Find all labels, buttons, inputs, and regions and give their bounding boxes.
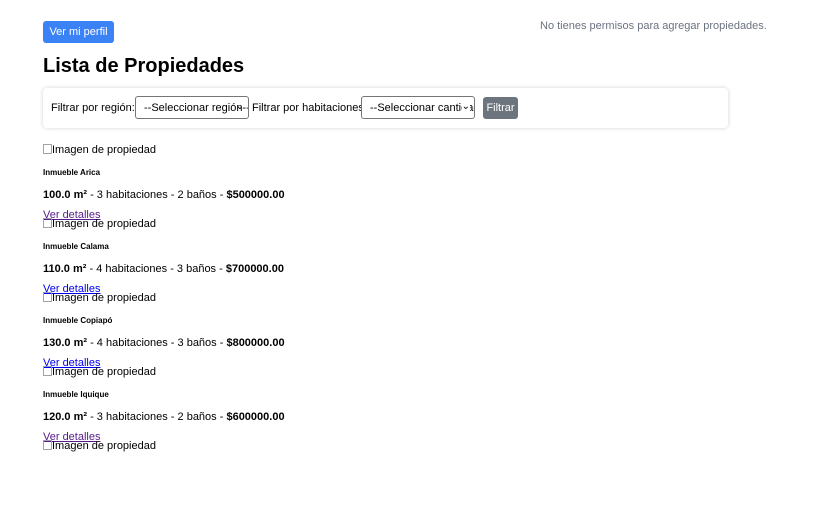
property-area: 130.0 m²	[43, 337, 88, 349]
property-area: 110.0 m²	[43, 263, 87, 275]
property-price: $500000.00	[226, 189, 285, 201]
view-profile-button[interactable]: Ver mi perfil	[43, 21, 114, 43]
property-name: Inmueble Iquique	[43, 390, 109, 399]
property-price: $800000.00	[226, 337, 285, 349]
rooms-select[interactable]: --Seleccionar cantidad-- ⌄	[361, 96, 475, 119]
property-area: 100.0 m²	[43, 189, 88, 201]
filter-form: Filtrar por región: --Seleccionar región…	[43, 88, 728, 128]
property-image: Imagen de propiedad	[43, 292, 156, 304]
chevron-down-icon: ⌄	[461, 101, 470, 112]
broken-image-icon	[43, 144, 52, 154]
broken-image-icon	[43, 292, 52, 302]
property-image: Imagen de propiedad	[43, 366, 156, 378]
property-item: Imagen de propiedad Inmueble Copiapó 130…	[43, 292, 743, 369]
property-meta: 120.0 m² - 3 habitaciones - 2 baños - $6…	[43, 411, 285, 423]
permission-message: No tienes permisos para agregar propieda…	[540, 20, 767, 32]
chevron-down-icon: ⌄	[235, 101, 244, 112]
broken-image-icon	[43, 218, 52, 228]
property-rooms-baths: - 3 habitaciones - 2 baños -	[87, 189, 227, 201]
property-meta: 130.0 m² - 4 habitaciones - 3 baños - $8…	[43, 337, 285, 349]
rooms-select-value: --Seleccionar cantidad--	[370, 101, 474, 114]
property-rooms-baths: - 4 habitaciones - 3 baños -	[87, 337, 227, 349]
rooms-filter-label: Filtrar por habitaciones:	[252, 102, 367, 114]
property-item: Imagen de propiedad Inmueble Iquique 120…	[43, 366, 743, 443]
property-meta: 100.0 m² - 3 habitaciones - 2 baños - $5…	[43, 189, 285, 201]
property-rooms-baths: - 4 habitaciones - 3 baños -	[86, 263, 226, 275]
property-list: Imagen de propiedad Inmueble Arica 100.0…	[43, 144, 743, 514]
property-image: Imagen de propiedad	[43, 144, 156, 156]
broken-image-icon	[43, 366, 52, 376]
filter-button[interactable]: Filtrar	[483, 97, 518, 119]
property-item: Imagen de propiedad Inmueble Arica 100.0…	[43, 144, 743, 221]
property-name: Inmueble Arica	[43, 168, 101, 177]
property-area: 120.0 m²	[43, 411, 88, 423]
region-filter-label: Filtrar por región:	[51, 102, 135, 114]
property-image: Imagen de propiedad	[43, 440, 156, 452]
property-image: Imagen de propiedad	[43, 218, 156, 230]
property-rooms-baths: - 3 habitaciones - 2 baños -	[87, 411, 227, 423]
broken-image-icon	[43, 440, 52, 450]
property-price: $600000.00	[226, 411, 285, 423]
page-title: Lista de Propiedades	[43, 55, 245, 77]
property-item: Imagen de propiedad Inmueble Calama 110.…	[43, 218, 743, 295]
property-price: $700000.00	[225, 263, 284, 275]
region-select[interactable]: --Seleccionar región-- ⌄	[135, 96, 249, 119]
property-item: Imagen de propiedad	[43, 440, 743, 514]
property-name: Inmueble Copiapó	[43, 316, 113, 325]
region-select-value: --Seleccionar región--	[144, 101, 249, 114]
property-name: Inmueble Calama	[43, 242, 109, 251]
property-meta: 110.0 m² - 4 habitaciones - 3 baños - $7…	[43, 263, 284, 275]
